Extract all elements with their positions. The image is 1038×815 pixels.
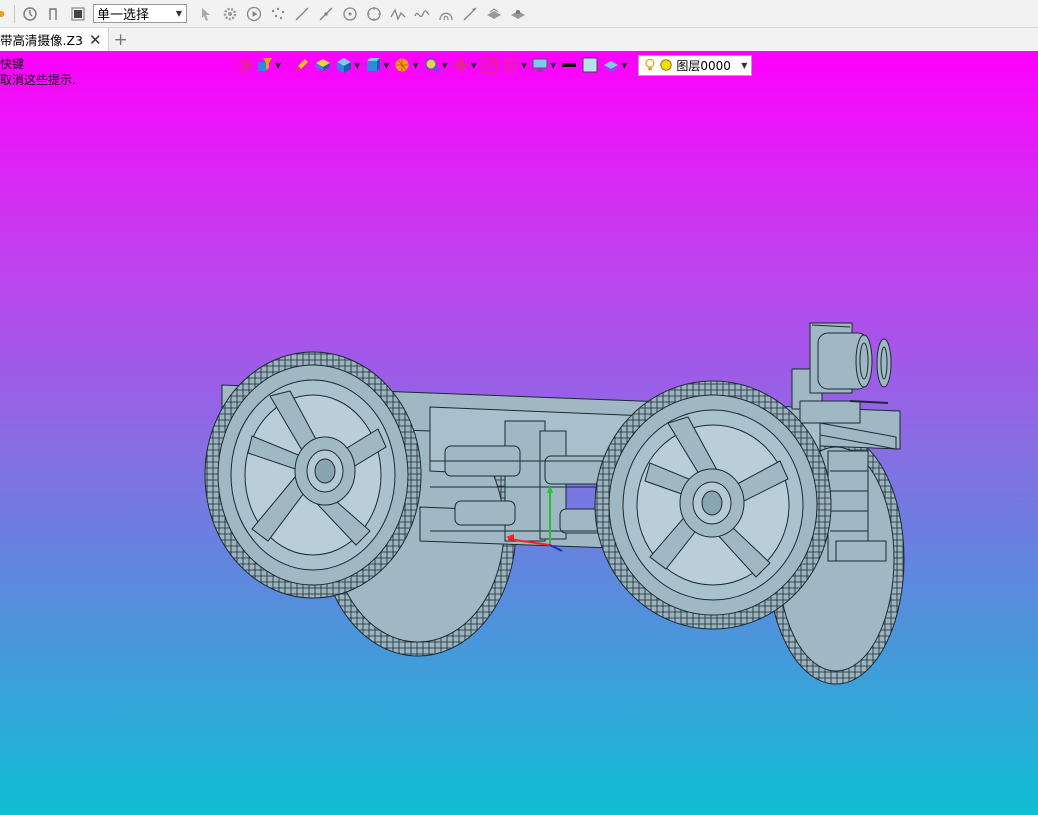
tab-document[interactable]: 带高清摄像.Z3 ✕ (0, 28, 109, 51)
surface-edit-icon[interactable] (507, 3, 529, 25)
circle-center-icon[interactable] (339, 3, 361, 25)
layer-active-icon (660, 59, 673, 71)
chevron-down-icon: ▼ (412, 60, 419, 70)
wheeled-chassis-model[interactable] (0, 51, 1038, 815)
new-tab-button[interactable]: + (109, 28, 133, 51)
shaded-view-button[interactable]: ▼ (336, 55, 360, 75)
3d-viewport[interactable]: 快键 取消这些提示. ▼ ▼ ▼ ▼ ▼ ▼ ▼ ▼ ▼ 图层0000 ▼ (0, 51, 1038, 815)
part-button[interactable] (315, 55, 331, 75)
arc-icon[interactable] (435, 3, 457, 25)
view-cube-icon (367, 58, 381, 71)
layers-icon (604, 61, 619, 72)
selection-filter-value: 单一选择 (97, 8, 150, 23)
display-settings-button[interactable]: ▼ (532, 55, 556, 75)
crosshair-icon (453, 58, 468, 72)
filter-icon (258, 58, 272, 71)
history-icon[interactable] (19, 3, 41, 25)
stop-icon[interactable] (67, 3, 89, 25)
chevron-down-icon: ▼ (470, 60, 477, 70)
lightbulb-icon (645, 58, 655, 71)
pick-cursor-icon[interactable] (195, 3, 217, 25)
color-swatch-icon (582, 57, 598, 73)
line-icon[interactable] (291, 3, 313, 25)
exit-icon (238, 59, 252, 71)
cube-icon (337, 58, 352, 73)
pencil-icon (296, 59, 309, 71)
render-mode-button[interactable]: ▼ (394, 55, 419, 75)
chevron-down-icon: ▼ (550, 60, 557, 70)
chevron-down-icon: ▼ (175, 9, 182, 18)
extend-line-icon[interactable] (459, 3, 481, 25)
surface-icon[interactable] (483, 3, 505, 25)
fit-view-button[interactable] (482, 55, 498, 75)
curve-icon[interactable] (411, 3, 433, 25)
view-toolbar: ▼ ▼ ▼ ▼ ▼ ▼ ▼ ▼ ▼ 图层0000 ▼ (236, 54, 753, 76)
chevron-down-icon: ▼ (741, 60, 748, 70)
toolbar-separator (14, 4, 15, 23)
chevron-down-icon: ▼ (275, 60, 282, 70)
layer-select[interactable]: 图层0000 ▼ (638, 54, 753, 76)
chevron-down-icon: ▼ (441, 60, 448, 70)
exit-button[interactable] (236, 55, 252, 75)
color-button[interactable] (582, 55, 598, 75)
line-style-button[interactable] (561, 55, 577, 75)
line-weight-icon (562, 63, 577, 67)
chevron-down-icon: ▼ (621, 60, 628, 70)
line-point-icon[interactable] (315, 3, 337, 25)
circle-icon[interactable] (363, 3, 385, 25)
standard-view-button[interactable]: ▼ (365, 55, 389, 75)
zoom-button[interactable]: ▼ (424, 55, 448, 75)
app-icon[interactable] (0, 3, 10, 25)
magnifier-icon (424, 58, 440, 73)
chevron-down-icon: ▼ (520, 60, 528, 70)
monitor-icon (532, 58, 548, 72)
play-icon[interactable] (243, 3, 265, 25)
section-view-button[interactable]: ▼ (503, 55, 527, 75)
main-toolbar: 单一选择 ▼ (0, 0, 1038, 27)
filter-gear-icon[interactable] (219, 3, 241, 25)
layered-block-icon (316, 59, 331, 71)
spline-icon[interactable] (387, 3, 409, 25)
pick-filter-button[interactable]: ▼ (257, 55, 281, 75)
sphere-icon (395, 58, 409, 72)
document-tab-bar: 带高清摄像.Z3 ✕ + (0, 27, 1038, 51)
chevron-down-icon: ▼ (383, 60, 390, 70)
layer-select-value: 图层0000 (676, 58, 731, 73)
selection-filter-select[interactable]: 单一选择 ▼ (93, 4, 187, 23)
section-icon (505, 58, 517, 72)
plus-icon: + (113, 29, 128, 50)
datum-button[interactable]: ▼ (453, 55, 477, 75)
sketch-button[interactable] (294, 55, 310, 75)
tab-document-label: 带高清摄像.Z3 (0, 33, 83, 48)
layer-manager-button[interactable]: ▼ (603, 55, 627, 75)
close-icon[interactable]: ✕ (89, 31, 102, 49)
path-icon[interactable] (43, 3, 65, 25)
point-cloud-icon[interactable] (267, 3, 289, 25)
shortcut-hint-line2: 取消这些提示. (0, 73, 76, 87)
model-geometry (204, 322, 905, 685)
fit-screen-icon (482, 57, 498, 73)
shortcut-hint-line1: 快键 (0, 57, 25, 71)
chevron-down-icon: ▼ (354, 60, 361, 70)
